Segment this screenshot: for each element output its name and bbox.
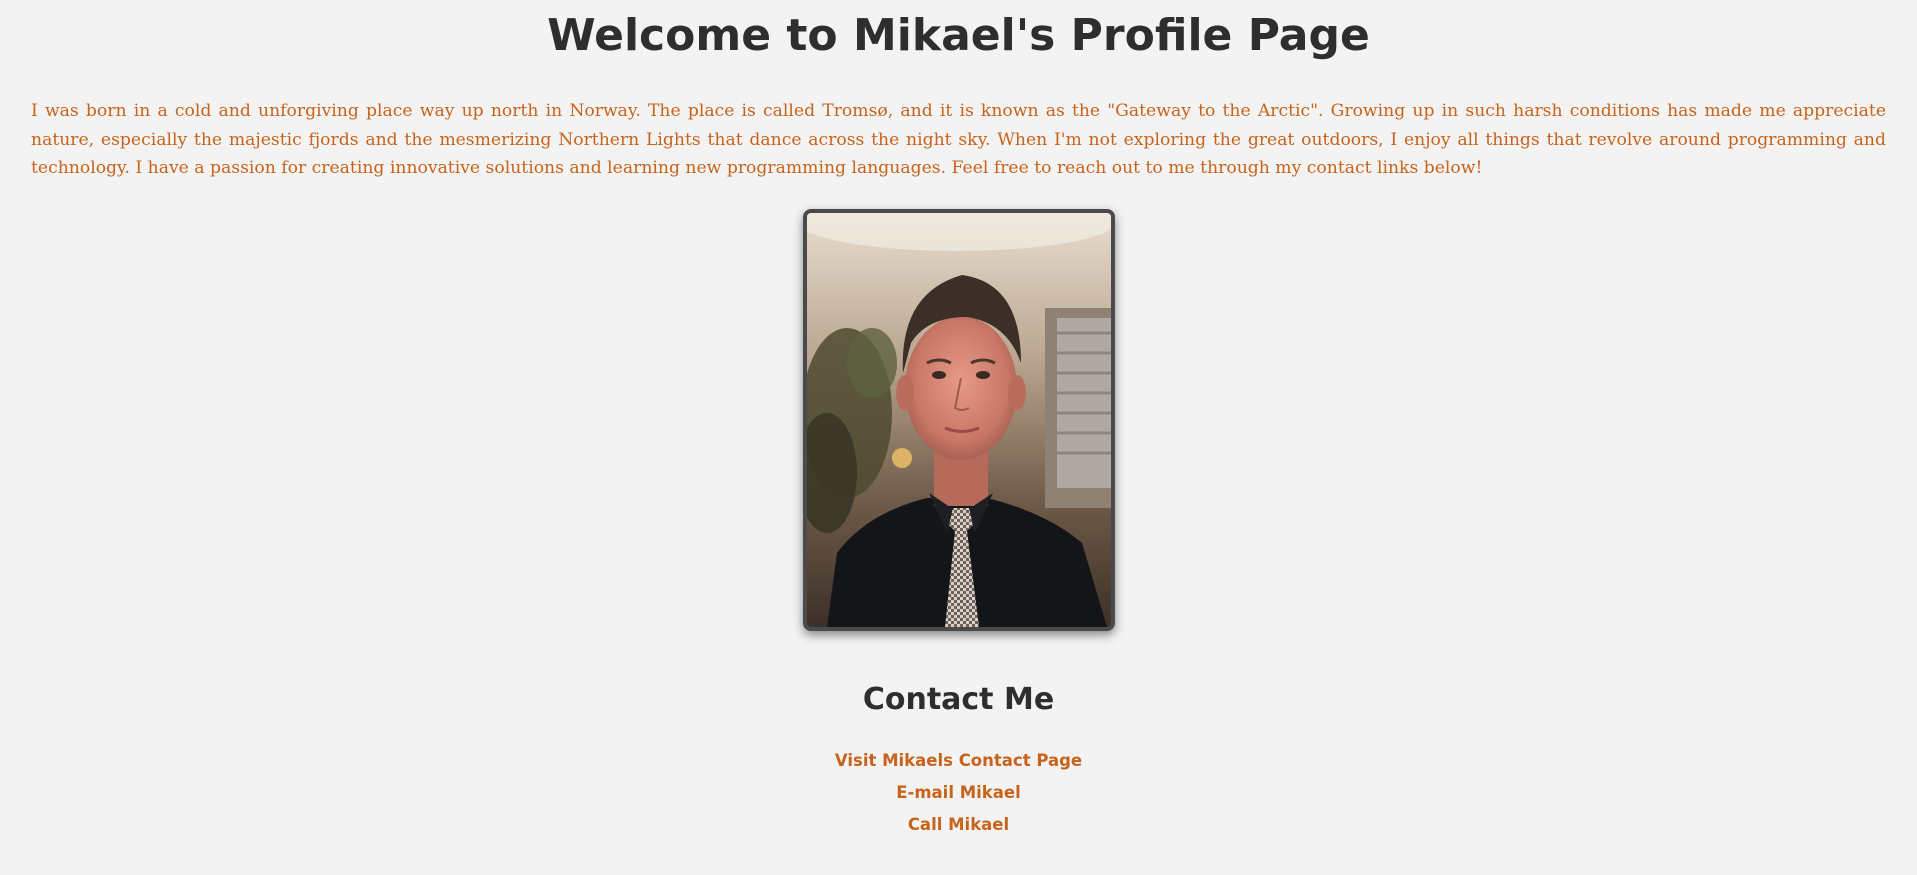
page-title: Welcome to Mikael's Profile Page (547, 10, 1370, 61)
profile-photo (803, 209, 1115, 631)
contact-link-item: E-mail Mikael (0, 778, 1917, 810)
contact-links-list: Visit Mikaels Contact Page E-mail Mikael… (0, 746, 1917, 842)
email-link[interactable]: E-mail Mikael (896, 783, 1021, 802)
call-link[interactable]: Call Mikael (908, 815, 1009, 834)
bio-paragraph: I was born in a cold and unforgiving pla… (31, 101, 1886, 178)
contact-link-item: Visit Mikaels Contact Page (0, 746, 1917, 778)
visit-contact-page-link[interactable]: Visit Mikaels Contact Page (835, 751, 1082, 770)
contact-link-item: Call Mikael (0, 810, 1917, 842)
profile-photo-image (807, 213, 1111, 627)
contact-heading: Contact Me (862, 682, 1055, 717)
